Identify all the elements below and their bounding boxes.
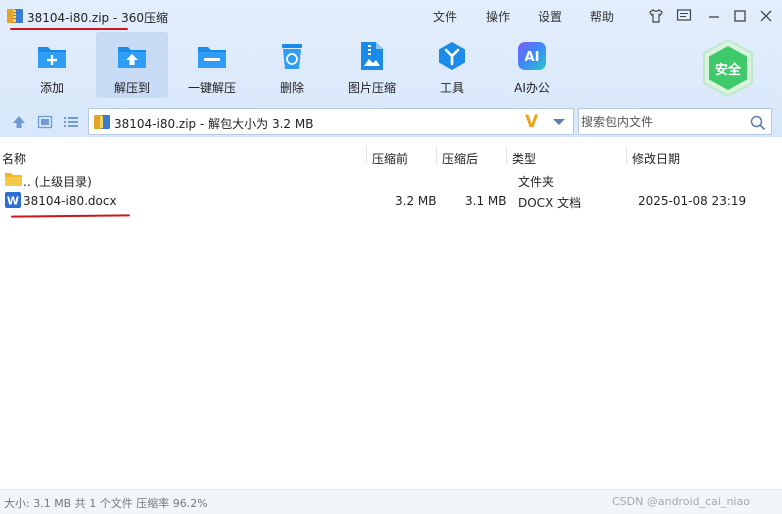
column-before[interactable]: 压缩前 [372,150,408,167]
column-divider [506,146,507,164]
column-divider [436,146,437,164]
extract-to-icon [118,47,146,68]
ai-icon-text: AI [525,50,540,65]
tools-button[interactable]: 工具 [416,32,488,98]
watermark: CSDN @android_cai_niao [612,495,750,508]
zip-app-icon [7,9,23,23]
add-button[interactable]: 添加 [16,32,88,98]
thumbnail-view-icon[interactable] [37,114,53,130]
add-icon [38,47,66,68]
skin-shirt-icon[interactable] [648,8,664,24]
list-item-parent[interactable]: .. (上级目录) 文件夹 [0,169,782,191]
column-divider [626,146,627,164]
menu-operation[interactable]: 操作 [486,8,510,25]
column-modified[interactable]: 修改日期 [632,150,680,167]
delete-label: 删除 [279,81,304,95]
status-bar: 大小: 3.1 MB 共 1 个文件 压缩率 96.2% CSDN @andro… [0,489,782,514]
v-logo-icon[interactable]: V [525,112,538,132]
file-name: 38104-i80.docx [23,194,117,208]
list-item-docx[interactable]: W 38104-i80.docx 3.2 MB 3.1 MB DOCX 文档 2… [0,190,782,212]
feedback-icon[interactable] [676,8,692,24]
ai-office-label: AI办公 [514,81,550,95]
one-click-extract-icon [198,47,226,68]
file-size-after: 3.1 MB [465,194,507,208]
tools-icon [439,42,465,70]
zip-file-icon [94,115,110,129]
status-summary: 大小: 3.1 MB 共 1 个文件 压缩率 96.2% [4,497,208,510]
security-badge[interactable]: 安全 [700,38,756,98]
menu-file[interactable]: 文件 [433,8,457,25]
search-icon[interactable] [750,115,766,131]
file-size-before: 3.2 MB [395,194,437,208]
one-click-extract-label: 一键解压 [187,81,236,95]
image-compress-label: 图片压缩 [347,81,396,95]
delete-button[interactable]: 删除 [256,32,328,98]
window-title: 38104-i80.zip - 360压缩 [27,11,169,25]
tools-label: 工具 [439,81,464,95]
delete-icon [282,44,302,69]
maximize-icon[interactable] [732,8,748,24]
image-compress-icon [361,42,383,70]
ai-office-button[interactable]: AI AI办公 [496,32,568,98]
address-dropdown-icon[interactable] [553,119,565,125]
add-label: 添加 [39,81,64,95]
up-arrow-icon[interactable] [11,114,27,130]
search-box[interactable] [578,108,772,135]
file-type: DOCX 文档 [518,196,582,210]
menu-help[interactable]: 帮助 [590,8,614,25]
one-click-extract-button[interactable]: 一键解压 [176,32,248,98]
search-input[interactable] [581,113,741,131]
word-doc-icon: W [5,192,21,208]
list-view-icon[interactable] [63,114,79,130]
menu-settings[interactable]: 设置 [538,8,562,25]
address-path: 38104-i80.zip - 解包大小为 3.2 MB [114,117,314,131]
security-badge-label: 安全 [714,63,741,78]
file-name: .. (上级目录) [23,175,92,189]
column-type[interactable]: 类型 [512,150,536,167]
minimize-icon[interactable] [706,8,722,24]
address-bar[interactable]: 38104-i80.zip - 解包大小为 3.2 MB V [88,108,574,135]
close-icon[interactable] [758,8,774,24]
ai-office-icon: AI [518,42,546,70]
extract-to-label: 解压到 [113,81,150,95]
column-name[interactable]: 名称 [2,150,26,167]
column-divider [366,146,367,164]
file-type: 文件夹 [518,175,555,189]
title-bar: 38104-i80.zip - 360压缩 文件 操作 设置 帮助 [0,0,782,32]
image-compress-button[interactable]: 图片压缩 [336,32,408,98]
red-annotation-underline [10,28,128,30]
file-modified: 2025-01-08 23:19 [638,194,747,208]
word-icon-letter: W [7,195,19,208]
extract-to-button[interactable]: 解压到 [96,32,168,98]
folder-icon [5,173,22,186]
column-after[interactable]: 压缩后 [442,150,478,167]
